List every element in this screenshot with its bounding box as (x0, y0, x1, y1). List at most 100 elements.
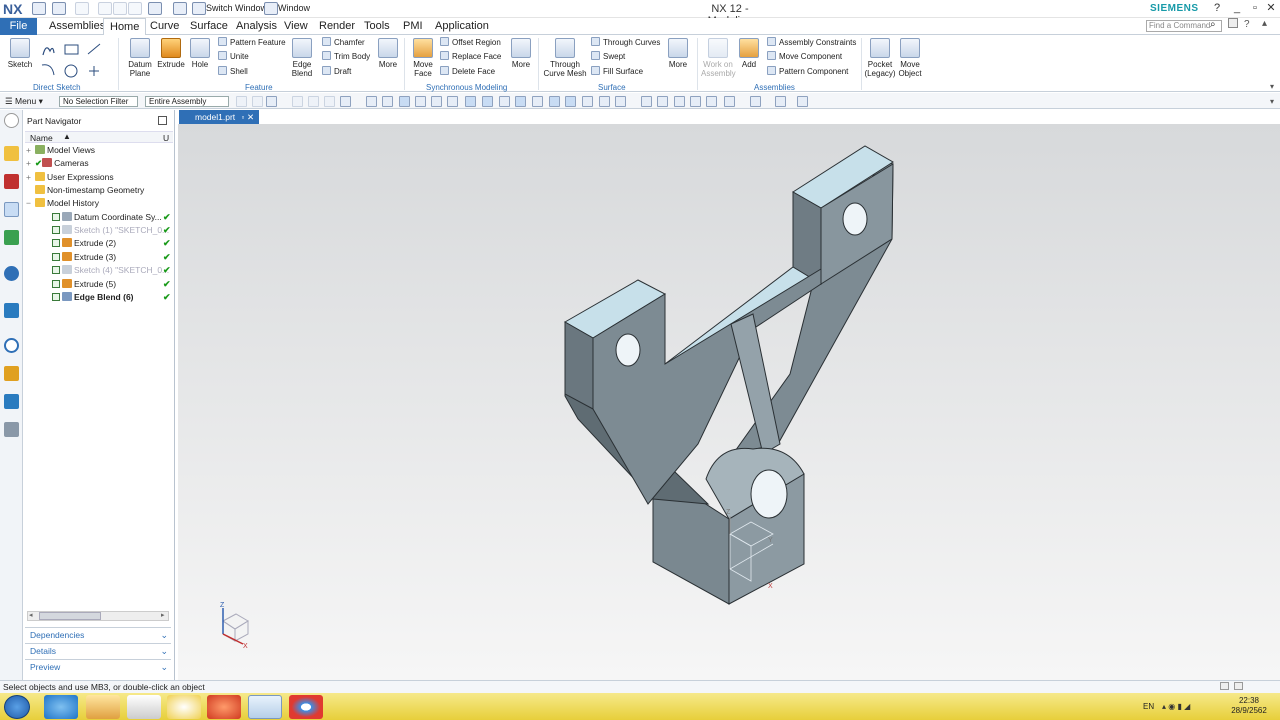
assembly-navigator-icon[interactable] (4, 146, 19, 161)
show-hide-icon[interactable] (797, 96, 808, 107)
save-icon[interactable] (32, 2, 46, 15)
layer-icon[interactable] (775, 96, 786, 107)
close-button[interactable]: ✕ (1264, 2, 1278, 15)
snap-endpoint-icon[interactable] (399, 96, 410, 107)
tree-row[interactable]: Sketch (1) "SKETCH_0... ✔ (25, 224, 173, 237)
tree-row[interactable]: Edge Blend (6) ✔ (25, 291, 173, 304)
selection-scope-select[interactable]: Entire Assembly (145, 96, 229, 107)
menu-render[interactable]: Render (313, 18, 361, 35)
part-navigator-icon[interactable] (4, 202, 19, 217)
chamfer-button[interactable]: Chamfer (322, 37, 365, 49)
tray-icons[interactable]: ▴ ◉ ▮ ◢ (1162, 702, 1190, 711)
select-all-icon[interactable] (266, 96, 277, 107)
render-style-icon[interactable] (706, 96, 717, 107)
ribbon-options-icon[interactable] (1228, 18, 1238, 28)
move-component-button[interactable]: Move Component (767, 51, 842, 63)
language-indicator[interactable]: EN (1143, 702, 1154, 711)
body-filter-icon[interactable] (382, 96, 393, 107)
hole-button[interactable]: Hole (188, 38, 212, 69)
tree-row[interactable]: Sketch (4) "SKETCH_0... ✔ (25, 264, 173, 277)
menu-analysis[interactable]: Analysis (230, 18, 283, 35)
datum-plane-button[interactable]: Datum Plane (125, 38, 155, 78)
ribbon-expand-icon[interactable]: ▾ (1270, 82, 1274, 91)
visibility-checkbox[interactable] (52, 293, 60, 301)
chrome-icon[interactable] (289, 695, 323, 719)
up-to-date-column-header[interactable]: U (163, 133, 169, 143)
extrude-button[interactable]: Extrude (156, 38, 186, 69)
unite-button[interactable]: Unite (218, 51, 249, 63)
cut-icon[interactable] (98, 2, 112, 15)
menu-view[interactable]: View (278, 18, 314, 35)
work-on-assembly-button[interactable]: Work on Assembly (701, 38, 736, 78)
dependencies-panel[interactable]: Dependencies ⌄ (25, 627, 171, 641)
sketch-button[interactable]: Sketch (6, 38, 34, 69)
snap-intersection-icon[interactable] (465, 96, 476, 107)
help-icon[interactable]: ? (1244, 19, 1250, 30)
redo-icon[interactable] (75, 2, 89, 15)
menu-assemblies[interactable]: Assemblies (43, 18, 111, 35)
cursor-icon[interactable] (308, 96, 319, 107)
tree-row[interactable]: Extrude (2) ✔ (25, 237, 173, 250)
snap-pole-icon[interactable] (615, 96, 626, 107)
status-icon[interactable] (1220, 682, 1229, 690)
tree-row[interactable]: + Model Views (25, 144, 173, 157)
feature-more-button[interactable]: More (376, 38, 400, 69)
restore-button[interactable]: ▫ (1248, 2, 1262, 15)
snap-arc-icon[interactable] (482, 96, 493, 107)
rotate-icon[interactable] (674, 96, 685, 107)
add-component-button[interactable]: Add (738, 38, 760, 69)
zoom-icon[interactable] (657, 96, 668, 107)
repeat-command-icon[interactable] (173, 2, 187, 15)
tree-row[interactable]: Datum Coordinate Sy... ✔ (25, 211, 173, 224)
menu-surface[interactable]: Surface (184, 18, 234, 35)
tree-row[interactable]: Extrude (5) ✔ (25, 278, 173, 291)
preview-panel[interactable]: Preview ⌄ (25, 659, 171, 673)
snap-center-icon[interactable] (515, 96, 526, 107)
pattern-feature-button[interactable]: Pattern Feature (218, 37, 286, 49)
toolbar-expand-icon[interactable]: ▾ (1270, 97, 1274, 106)
system-clock[interactable]: 22:38 28/9/2562 (1222, 696, 1276, 716)
draft-button[interactable]: Draft (322, 66, 351, 78)
roles-icon[interactable] (4, 422, 19, 437)
fit-view-icon[interactable] (641, 96, 652, 107)
nx-taskbar-icon[interactable] (248, 695, 282, 719)
history-icon[interactable] (4, 303, 19, 318)
menu-home[interactable]: Home (103, 18, 147, 36)
selection-filter-select[interactable]: No Selection Filter (59, 96, 138, 107)
window-icon[interactable] (264, 2, 278, 15)
undo-icon[interactable] (52, 2, 66, 15)
solid-filter-icon[interactable] (366, 96, 377, 107)
file-explorer-icon[interactable] (86, 695, 120, 719)
snap-point-icon[interactable] (549, 96, 560, 107)
cursor-icon[interactable] (292, 96, 303, 107)
clock-icon[interactable] (4, 338, 19, 353)
menu-pmi[interactable]: PMI (397, 18, 429, 35)
snap-face-icon[interactable] (582, 96, 593, 107)
internet-explorer-icon[interactable] (44, 695, 78, 719)
details-panel[interactable]: Details ⌄ (25, 643, 171, 657)
replace-face-button[interactable]: Replace Face (440, 51, 501, 63)
scroll-right-icon[interactable]: ▸ (161, 611, 165, 619)
visibility-checkbox[interactable] (52, 253, 60, 261)
surface-more-button[interactable]: More (665, 38, 691, 69)
menu-button[interactable]: ☰ Menu ▾ (5, 96, 43, 107)
minimize-button[interactable]: _ (1230, 2, 1244, 15)
help-button[interactable]: ? (1210, 2, 1224, 15)
window-menu-button[interactable]: Window (278, 3, 310, 13)
model-view[interactable]: Z Y X Z X (178, 124, 1280, 680)
snap-control-icon[interactable] (431, 96, 442, 107)
snap-midpoint-icon[interactable] (415, 96, 426, 107)
menu-curve[interactable]: Curve (144, 18, 185, 35)
shell-button[interactable]: Shell (218, 66, 248, 78)
visibility-checkbox[interactable] (52, 280, 60, 288)
tree-row[interactable]: Non-timestamp Geometry (25, 184, 173, 197)
snap-icon[interactable] (236, 96, 247, 107)
tree-row[interactable]: + ✔ Cameras (25, 157, 173, 170)
edit-section-icon[interactable] (750, 96, 761, 107)
pattern-component-button[interactable]: Pattern Component (767, 66, 848, 78)
tree-row[interactable]: Extrude (3) ✔ (25, 251, 173, 264)
menu-tools[interactable]: Tools (358, 18, 396, 35)
sort-ascending-icon[interactable]: ▲ (63, 132, 71, 141)
system-materials-icon[interactable] (4, 366, 19, 381)
tree-row[interactable]: + User Expressions (25, 171, 173, 184)
